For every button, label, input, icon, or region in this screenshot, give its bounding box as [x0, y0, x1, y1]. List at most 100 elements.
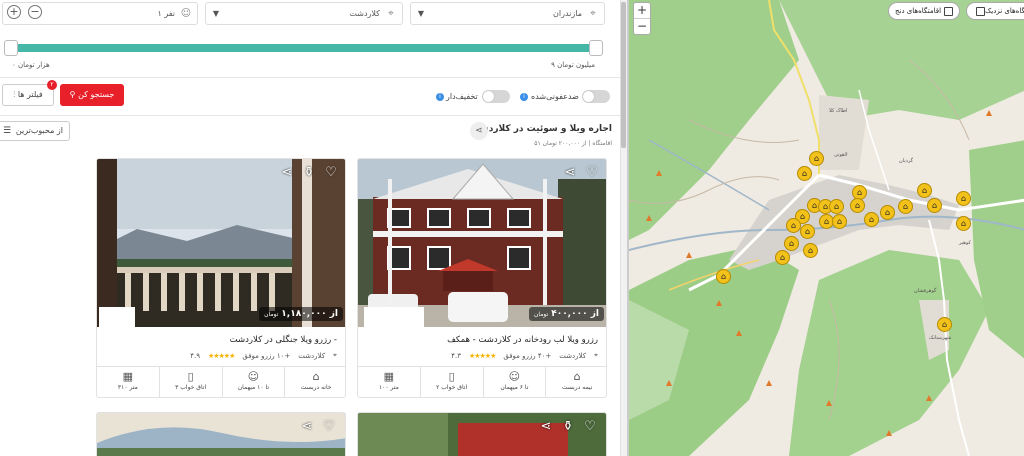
watermark-box [99, 307, 135, 327]
search-button[interactable]: ⚲ جستجو کن [60, 84, 124, 106]
feature-guests: ☺ تا ۶ میهمان [482, 367, 546, 397]
rating-value: ۴.۹ [190, 351, 200, 360]
guests-icon: ☺ [508, 370, 521, 383]
zoom-out-button[interactable]: − [634, 19, 650, 35]
info-icon[interactable]: i [436, 93, 444, 101]
filters-button-label: فیلتر ها [17, 90, 43, 99]
filters-button[interactable]: ⫶ فیلتر ها ۲ [2, 80, 57, 106]
map-pin-home-icon[interactable]: ⌂ [864, 212, 879, 227]
checkbox[interactable] [976, 6, 985, 16]
nearby-stays-toggle[interactable]: اقامتگاه‌های نزدیک [966, 2, 1024, 20]
listing-features: ▦ ۳۱۰ متر ▯ ۳ اتاق خواب ☺ تا ۱۰ میهمان ⌂ خان… [97, 366, 345, 397]
home-icon: ⌂ [312, 370, 320, 383]
share-icon[interactable]: ⋖ [538, 419, 554, 435]
province-select[interactable]: مازندران ⌖ ▼ [410, 2, 605, 25]
disinfected-toggle[interactable] [582, 90, 610, 103]
map-pin-home-icon[interactable]: ⌂ [956, 191, 971, 206]
city-select[interactable]: کلاردشت ⌖ ▼ [205, 2, 403, 25]
map-pin-home-icon[interactable]: ⌂ [797, 166, 812, 181]
share-icon[interactable]: ⋖ [279, 165, 295, 181]
discount-toggle[interactable] [482, 90, 510, 103]
listing-title[interactable]: رزرو ویلا لب رودخانه در کلاردشت - همکف [447, 335, 598, 345]
listing-location: کلاردشت [559, 351, 587, 360]
map-pin-home-icon[interactable]: ⌂ [956, 216, 971, 231]
photo-actions: ⋖ ♡ [562, 165, 600, 181]
app-root: مازندران ⌖ ▼ کلاردشت ⌖ ▼ ۱ نفر ☺ + − ۹ م… [0, 0, 1024, 456]
listing-meta: ⌖ کلاردشت +۴۰ رزرو موفق ★★★★★ ۴.۳ [451, 351, 598, 360]
map-pin-home-icon[interactable]: ⌂ [716, 269, 731, 284]
chevron-down-icon: ▼ [417, 9, 425, 18]
guests-icon: ☺ [180, 8, 192, 19]
sort-label: از محبوب‌ترین [15, 126, 63, 135]
map-pin-home-icon[interactable]: ⌂ [784, 236, 799, 251]
map-pin-home-icon[interactable]: ⌂ [809, 151, 824, 166]
price-min-handle[interactable] [4, 40, 18, 56]
photo-actions: ⋖ ♡ [299, 419, 337, 435]
scrollbar-thumb[interactable] [621, 2, 626, 148]
info-icon[interactable]: i [520, 93, 528, 101]
price-unit: تومان [264, 311, 279, 318]
map-place-label: گردیان [899, 158, 913, 164]
map-pin-home-icon[interactable]: ⌂ [937, 317, 952, 332]
listing-card[interactable]: ⋖ ⚱ ♡ [357, 412, 607, 456]
map-place-label: شهرستانک [929, 335, 952, 341]
search-icon: ⚲ [69, 90, 76, 99]
guests-minus-button[interactable]: − [28, 5, 42, 19]
feature-area: ▦ ۱۰۰ متر [358, 367, 420, 397]
sliders-icon: ⫶ [13, 90, 16, 99]
guests-icon: ☺ [247, 370, 260, 383]
chevron-down-icon: ▼ [212, 9, 220, 18]
guests-plus-button[interactable]: + [7, 5, 21, 19]
share-icon[interactable]: ⋖ [299, 419, 315, 435]
map-place-label: کوهپر [959, 240, 971, 246]
map-pin-home-icon[interactable]: ⌂ [832, 214, 847, 229]
divider [0, 77, 620, 78]
listing-success-count: +۴۰ رزرو موفق [503, 351, 552, 360]
listing-location: کلاردشت [298, 351, 326, 360]
map-pin-home-icon[interactable]: ⌂ [880, 205, 895, 220]
map-pin-home-icon[interactable]: ⌂ [775, 250, 790, 265]
star-rating: ★★★★★ [207, 351, 235, 360]
map-pin-home-icon[interactable]: ⌂ [803, 243, 818, 258]
sort-select[interactable]: ☰ از محبوب‌ترین [0, 121, 70, 141]
price-value: از ۱,۱۸۰,۰۰۰ [281, 309, 338, 319]
listing-title[interactable]: رزرو ویلا جنگلی در کلاردشت - [230, 335, 337, 345]
checkbox[interactable] [944, 6, 954, 16]
price-min-label: ۰ هزار تومان [12, 61, 50, 69]
door-icon: ▯ [448, 370, 455, 383]
heart-icon[interactable]: ♡ [582, 419, 598, 435]
listing-photo[interactable]: ⋖ ♡ تومان از ۴۰۰,۰۰۰ [358, 159, 606, 327]
feature-guests: ☺ تا ۱۰ میهمان [221, 367, 285, 397]
feature-type: ⌂ خانه دربست [284, 367, 345, 397]
guests-value: ۱ نفر [157, 9, 175, 18]
map-place-label: لاهوتی [834, 152, 848, 158]
area-icon: ▦ [383, 370, 395, 383]
share-icon[interactable]: ⋖ [562, 165, 578, 181]
map-pin-home-icon[interactable]: ⌂ [917, 183, 932, 198]
photo-actions: ⋖ ⚱ ♡ [279, 165, 339, 181]
map-pin-home-icon[interactable]: ⌂ [786, 218, 801, 233]
heart-icon[interactable]: ♡ [323, 165, 339, 181]
divider [0, 115, 620, 116]
disinfected-label: ضدعفونی‌شده [531, 92, 579, 101]
zoom-in-button[interactable]: + [634, 3, 650, 19]
feature-bedrooms: ▯ ۲ اتاق خواب [419, 367, 483, 397]
map-pin-home-icon[interactable]: ⌂ [927, 198, 942, 213]
location-pin-icon: ⌖ [388, 8, 394, 19]
listing-card[interactable]: ⋖ ⚱ ♡ تومان از ۱,۱۸۰,۰۰۰ رزرو ویلا جنگلی… [96, 158, 346, 398]
price-unit: تومان [533, 311, 549, 318]
share-icon[interactable]: ⋖ [470, 122, 488, 140]
nearby-stays-label: اقامتگاه‌های نزدیک [985, 7, 1024, 15]
map-pin-home-icon[interactable]: ⌂ [829, 199, 844, 214]
listing-photo[interactable]: ⋖ ⚱ ♡ تومان از ۱,۱۸۰,۰۰۰ [97, 159, 345, 327]
map-pin-home-icon[interactable]: ⌂ [800, 224, 815, 239]
map-pin-home-icon[interactable]: ⌂ [898, 199, 913, 214]
listing-card[interactable]: ⋖ ♡ تومان از ۴۰۰,۰۰۰ رزرو ویلا لب رودخان… [357, 158, 607, 398]
heart-icon[interactable]: ♡ [584, 165, 600, 181]
price-max-handle[interactable] [589, 40, 603, 56]
cozy-stays-toggle[interactable]: اقامتگاه‌های دنج [888, 2, 961, 20]
price-max-label: ۹ میلیون تومان [551, 61, 595, 69]
listing-card[interactable]: ⋖ ♡ [96, 412, 346, 456]
map-pin-home-icon[interactable]: ⌂ [850, 198, 865, 213]
heart-icon[interactable]: ♡ [321, 419, 337, 435]
